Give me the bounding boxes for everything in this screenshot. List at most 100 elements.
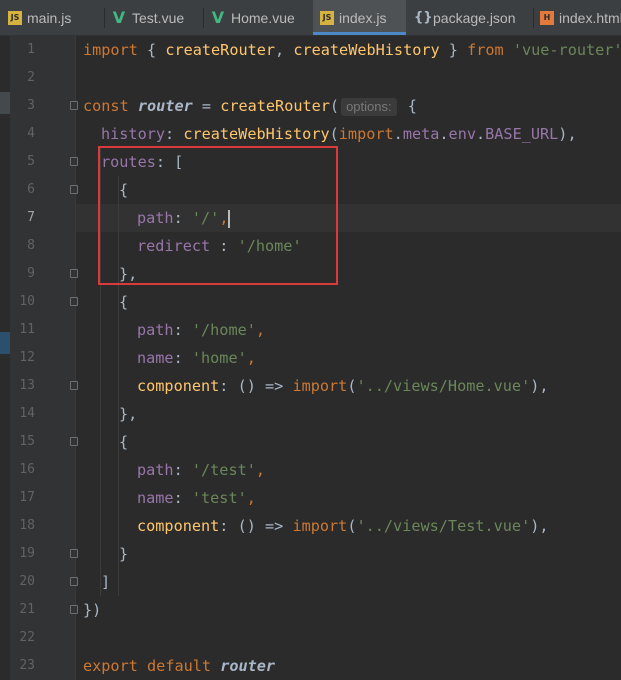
code-line-20[interactable]: ] — [101, 568, 110, 596]
tab-label: Test.vue — [132, 9, 185, 26]
tab-test-vue[interactable]: V Test.vue — [111, 0, 203, 35]
code-line-16[interactable]: path: '/test', — [137, 456, 265, 484]
code-token: ), — [558, 125, 577, 143]
variable-token: router — [137, 97, 193, 115]
code-token: : () => — [219, 377, 293, 395]
code-token: : — [173, 349, 192, 367]
tab-index-js[interactable]: JS index.js — [313, 0, 406, 35]
code-token: ( — [329, 97, 340, 115]
string-token: '../views/Home.vue' — [356, 377, 531, 395]
property-token: path — [137, 321, 174, 339]
line-number: 1 — [27, 42, 35, 57]
html-file-icon: H — [540, 10, 554, 25]
line-number: 3 — [27, 98, 35, 113]
property-token: name — [137, 489, 174, 507]
code-token: , — [255, 461, 266, 479]
line-number: 10 — [19, 294, 35, 309]
strip-marker — [0, 92, 10, 114]
keyword-token: from — [467, 41, 504, 59]
code-token: . — [393, 125, 403, 143]
code-token: }) — [83, 601, 102, 619]
tab-main-js[interactable]: JS main.js — [8, 0, 104, 35]
code-token: : () => — [219, 517, 293, 535]
tab-separator — [203, 8, 204, 28]
function-token: createRouter — [220, 97, 330, 115]
string-token: '../views/Test.vue' — [356, 517, 531, 535]
vue-file-icon: V — [112, 7, 126, 27]
code-token: , — [255, 321, 266, 339]
function-token: createRouter — [165, 41, 276, 59]
string-token: '/test' — [191, 461, 256, 479]
code-token: , — [275, 41, 294, 59]
property-token: BASE_URL — [485, 125, 559, 143]
code-line-18[interactable]: component: () => import('../views/Test.v… — [137, 512, 549, 540]
strip-marker[interactable] — [0, 332, 10, 354]
vue-file-icon: V — [211, 7, 225, 27]
code-line-17[interactable]: name: 'test', — [137, 484, 256, 512]
keyword-token: default — [147, 657, 212, 675]
line-number-current: 7 — [27, 210, 35, 225]
code-token: , — [246, 489, 256, 507]
function-token: component — [137, 377, 220, 395]
code-editor[interactable]: import { createRouter, createWebHistory … — [76, 36, 621, 680]
code-line-15[interactable]: { — [119, 428, 128, 456]
js-file-icon: JS — [320, 10, 334, 25]
line-number: 5 — [27, 154, 35, 169]
code-line-4[interactable]: history: createWebHistory(import.meta.en… — [101, 120, 577, 148]
line-number: 19 — [19, 546, 35, 561]
line-number: 23 — [19, 658, 35, 673]
property-token: env — [448, 125, 476, 143]
line-number: 20 — [19, 574, 35, 589]
line-number: 21 — [19, 602, 35, 617]
code-line-23[interactable]: export default router — [83, 652, 275, 680]
tab-separator — [533, 8, 534, 28]
line-number: 6 — [27, 182, 35, 197]
tab-label: package.json — [433, 9, 516, 26]
code-token: : — [173, 321, 192, 339]
string-token: '/home' — [191, 321, 256, 339]
parameter-inlay-hint: options: — [341, 98, 397, 116]
js-file-icon: JS — [8, 10, 22, 25]
code-token: : — [173, 461, 192, 479]
code-token: : — [165, 125, 184, 143]
code-line-1[interactable]: import { createRouter, createWebHistory … — [83, 36, 621, 64]
line-number: 9 — [27, 266, 35, 281]
line-number: 13 — [19, 378, 35, 393]
code-line-14[interactable]: }, — [119, 400, 137, 428]
code-token: ), — [530, 377, 549, 395]
code-line-11[interactable]: path: '/home', — [137, 316, 265, 344]
function-token: createWebHistory — [183, 125, 330, 143]
tab-label: index.js — [339, 9, 387, 26]
keyword-token: export — [83, 657, 138, 675]
keyword-token: import — [338, 125, 394, 143]
tab-package-json[interactable]: {} package.json — [414, 0, 532, 35]
code-token: }, — [119, 405, 138, 423]
code-token: = — [192, 97, 221, 115]
tab-separator — [104, 8, 105, 28]
code-token: } — [439, 41, 468, 59]
code-line-12[interactable]: name: 'home', — [137, 344, 256, 372]
code-token: { — [398, 97, 417, 115]
property-token: name — [137, 349, 174, 367]
code-line-10[interactable]: { — [119, 288, 128, 316]
string-token: 'vue-router' — [512, 41, 621, 59]
code-line-3[interactable]: const router = createRouter(options: { — [83, 92, 417, 120]
line-number: 8 — [27, 238, 35, 253]
code-token: ), — [530, 517, 549, 535]
line-number: 17 — [19, 490, 35, 505]
tab-label: index.html — [559, 9, 621, 26]
string-token: 'home' — [191, 349, 247, 367]
tab-label: main.js — [27, 9, 72, 26]
property-token: meta — [402, 125, 440, 143]
code-line-19[interactable]: } — [119, 540, 128, 568]
code-line-21[interactable]: }) — [83, 596, 101, 624]
tab-home-vue[interactable]: V Home.vue — [210, 0, 308, 35]
code-line-13[interactable]: component: () => import('../views/Home.v… — [137, 372, 549, 400]
tab-index-html[interactable]: H index.html — [540, 0, 621, 35]
property-token: path — [137, 461, 174, 479]
line-number: 12 — [19, 350, 35, 365]
code-token: . — [475, 125, 486, 143]
